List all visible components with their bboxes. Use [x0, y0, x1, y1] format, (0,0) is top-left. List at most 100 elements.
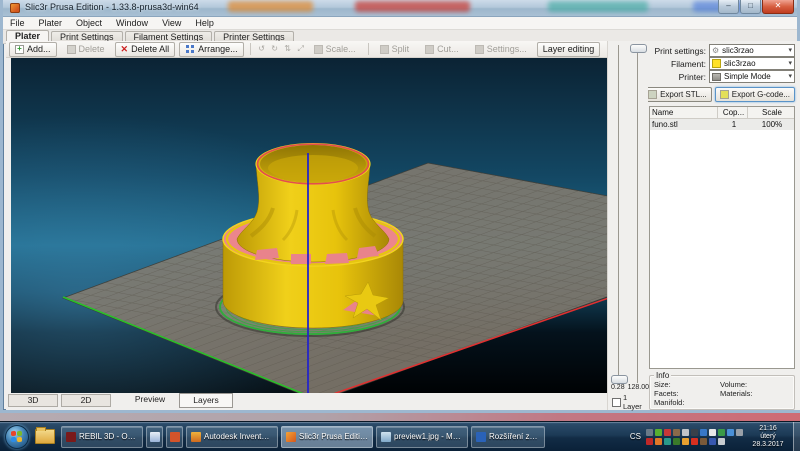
tray-icon[interactable]	[709, 429, 716, 436]
taskbar: REBIL 3D - Odeslat o... Autodesk Invento…	[0, 421, 800, 451]
export-gcode-button[interactable]: Export G-code...	[715, 87, 795, 102]
object-scale-cell: 100%	[748, 119, 794, 130]
cut-icon	[425, 45, 434, 54]
column-scale[interactable]: Scale	[748, 107, 794, 118]
view-tab-3d[interactable]: 3D	[8, 394, 58, 407]
printer-select[interactable]: Simple Mode ▾	[709, 70, 795, 83]
split-icon	[380, 45, 389, 54]
split-button[interactable]: Split	[374, 42, 416, 57]
aero-glass-reflection	[548, 1, 648, 12]
system-tray: CS	[630, 422, 800, 451]
tray-icon[interactable]	[664, 429, 671, 436]
window-title: Slic3r Prusa Edition - 1.33.8-prusa3d-wi…	[25, 2, 199, 12]
scene-canvas	[11, 58, 607, 393]
tray-icon[interactable]	[682, 438, 689, 445]
aero-glass-reflection	[228, 1, 313, 12]
chevron-down-icon: ▾	[788, 59, 792, 67]
manifold-label: Manifold:	[654, 398, 720, 407]
delete-button[interactable]: Delete	[61, 42, 111, 57]
taskbar-icon-button-orange[interactable]	[166, 426, 183, 448]
add-button[interactable]: Add...	[9, 42, 57, 57]
print-settings-select[interactable]: ⚙ slic3rzao ▾	[709, 44, 795, 57]
tray-icon[interactable]	[664, 438, 671, 445]
tray-icon[interactable]	[691, 438, 698, 445]
tray-icon[interactable]	[718, 438, 725, 445]
taskbar-button-paint[interactable]: preview1.jpg - Malov...	[376, 426, 468, 448]
maximize-button[interactable]: □	[740, 0, 761, 14]
facets-label: Facets:	[654, 389, 720, 398]
table-row[interactable]: funo.stl 1 100%	[650, 119, 794, 130]
layer-slider-track-max[interactable]	[637, 45, 638, 383]
title-bar[interactable]: Slic3r Prusa Edition - 1.33.8-prusa3d-wi…	[3, 0, 797, 17]
column-name[interactable]: Name	[650, 107, 718, 118]
view-tab-bar: 3D 2D Preview Layers	[6, 393, 607, 408]
layer-slider-handle-bottom[interactable]	[611, 375, 628, 384]
tray-icon[interactable]	[646, 438, 653, 445]
column-copies[interactable]: Cop...	[718, 107, 748, 118]
menu-plater[interactable]: Plater	[32, 17, 70, 29]
tray-icon[interactable]	[718, 429, 725, 436]
explorer-icon[interactable]	[35, 429, 55, 444]
tray-icon[interactable]	[655, 429, 662, 436]
object-list-header[interactable]: Name Cop... Scale	[650, 107, 794, 119]
scale-updown-button[interactable]: ⤢	[295, 43, 307, 55]
clock-day: úterý	[760, 433, 776, 440]
filament-select[interactable]: slic3rzao ▾	[709, 57, 795, 70]
tray-icon[interactable]	[700, 429, 707, 436]
settings-button[interactable]: Settings...	[469, 42, 533, 57]
tray-icon[interactable]	[709, 438, 716, 445]
layer-slider-track-min[interactable]	[618, 45, 619, 383]
taskbar-clock[interactable]: 21:16 úterý 28.3.2017	[746, 425, 790, 449]
display-icon	[476, 432, 486, 442]
tray-icon[interactable]	[700, 438, 707, 445]
close-button[interactable]: ✕	[762, 0, 794, 14]
taskbar-icon-button-word[interactable]	[146, 426, 163, 448]
tray-icon[interactable]	[691, 429, 698, 436]
right-sidebar: Print settings: ⚙ slic3rzao ▾ Filament: …	[648, 41, 800, 410]
print-settings-label: Print settings:	[648, 46, 709, 56]
view-tab-2d[interactable]: 2D	[61, 394, 111, 407]
menu-view[interactable]: View	[155, 17, 188, 29]
arrange-button[interactable]: Arrange...	[179, 42, 244, 57]
taskbar-button-rebil[interactable]: REBIL 3D - Odeslat o...	[61, 426, 143, 448]
rebil-icon	[66, 432, 76, 442]
menu-object[interactable]: Object	[69, 17, 109, 29]
layer-min-value: 0.28	[608, 384, 628, 391]
size-label: Size:	[654, 380, 720, 389]
tray-icon[interactable]	[736, 429, 743, 436]
show-desktop-button[interactable]	[793, 422, 800, 451]
export-stl-button[interactable]: Export STL...	[643, 87, 712, 102]
language-indicator[interactable]: CS	[630, 432, 641, 441]
rotate-ccw-button[interactable]: ↺	[256, 43, 268, 55]
menu-window[interactable]: Window	[109, 17, 155, 29]
taskbar-button-display[interactable]: Rozšíření zobraz...	[471, 426, 545, 448]
rotate-cw-button[interactable]: ↻	[269, 43, 281, 55]
taskbar-button-inventor[interactable]: Autodesk Inventor Pr...	[186, 426, 278, 448]
menu-file[interactable]: File	[3, 17, 32, 29]
menu-help[interactable]: Help	[188, 17, 221, 29]
layer-slider-handle-top[interactable]	[630, 44, 647, 53]
one-layer-checkbox[interactable]	[612, 398, 621, 407]
scale-button[interactable]: Scale...	[308, 42, 362, 57]
slic3r-icon	[286, 432, 296, 442]
object-list[interactable]: Name Cop... Scale funo.stl 1 100%	[649, 106, 795, 369]
tray-icon[interactable]	[727, 429, 734, 436]
chevron-down-icon: ▾	[788, 46, 792, 54]
cut-button[interactable]: Cut...	[419, 42, 465, 57]
view-tab-preview[interactable]: Preview	[124, 394, 176, 405]
delete-icon	[67, 45, 76, 54]
mirror-button[interactable]: ⇅	[282, 43, 294, 55]
tray-icon[interactable]	[673, 429, 680, 436]
layer-editing-button[interactable]: Layer editing	[537, 42, 601, 57]
slic3r-window: Slic3r Prusa Edition - 1.33.8-prusa3d-wi…	[0, 0, 800, 413]
viewport-3d[interactable]	[11, 58, 607, 393]
minimize-button[interactable]: –	[718, 0, 739, 14]
start-button[interactable]	[5, 425, 29, 449]
taskbar-button-slic3r[interactable]: Slic3r Prusa Edition - ...	[281, 426, 373, 448]
tray-icon[interactable]	[682, 429, 689, 436]
tray-icon[interactable]	[646, 429, 653, 436]
view-tab-layers[interactable]: Layers	[179, 393, 233, 408]
delete-all-button[interactable]: ✕Delete All	[115, 42, 176, 57]
tray-icon[interactable]	[673, 438, 680, 445]
tray-icon[interactable]	[655, 438, 662, 445]
